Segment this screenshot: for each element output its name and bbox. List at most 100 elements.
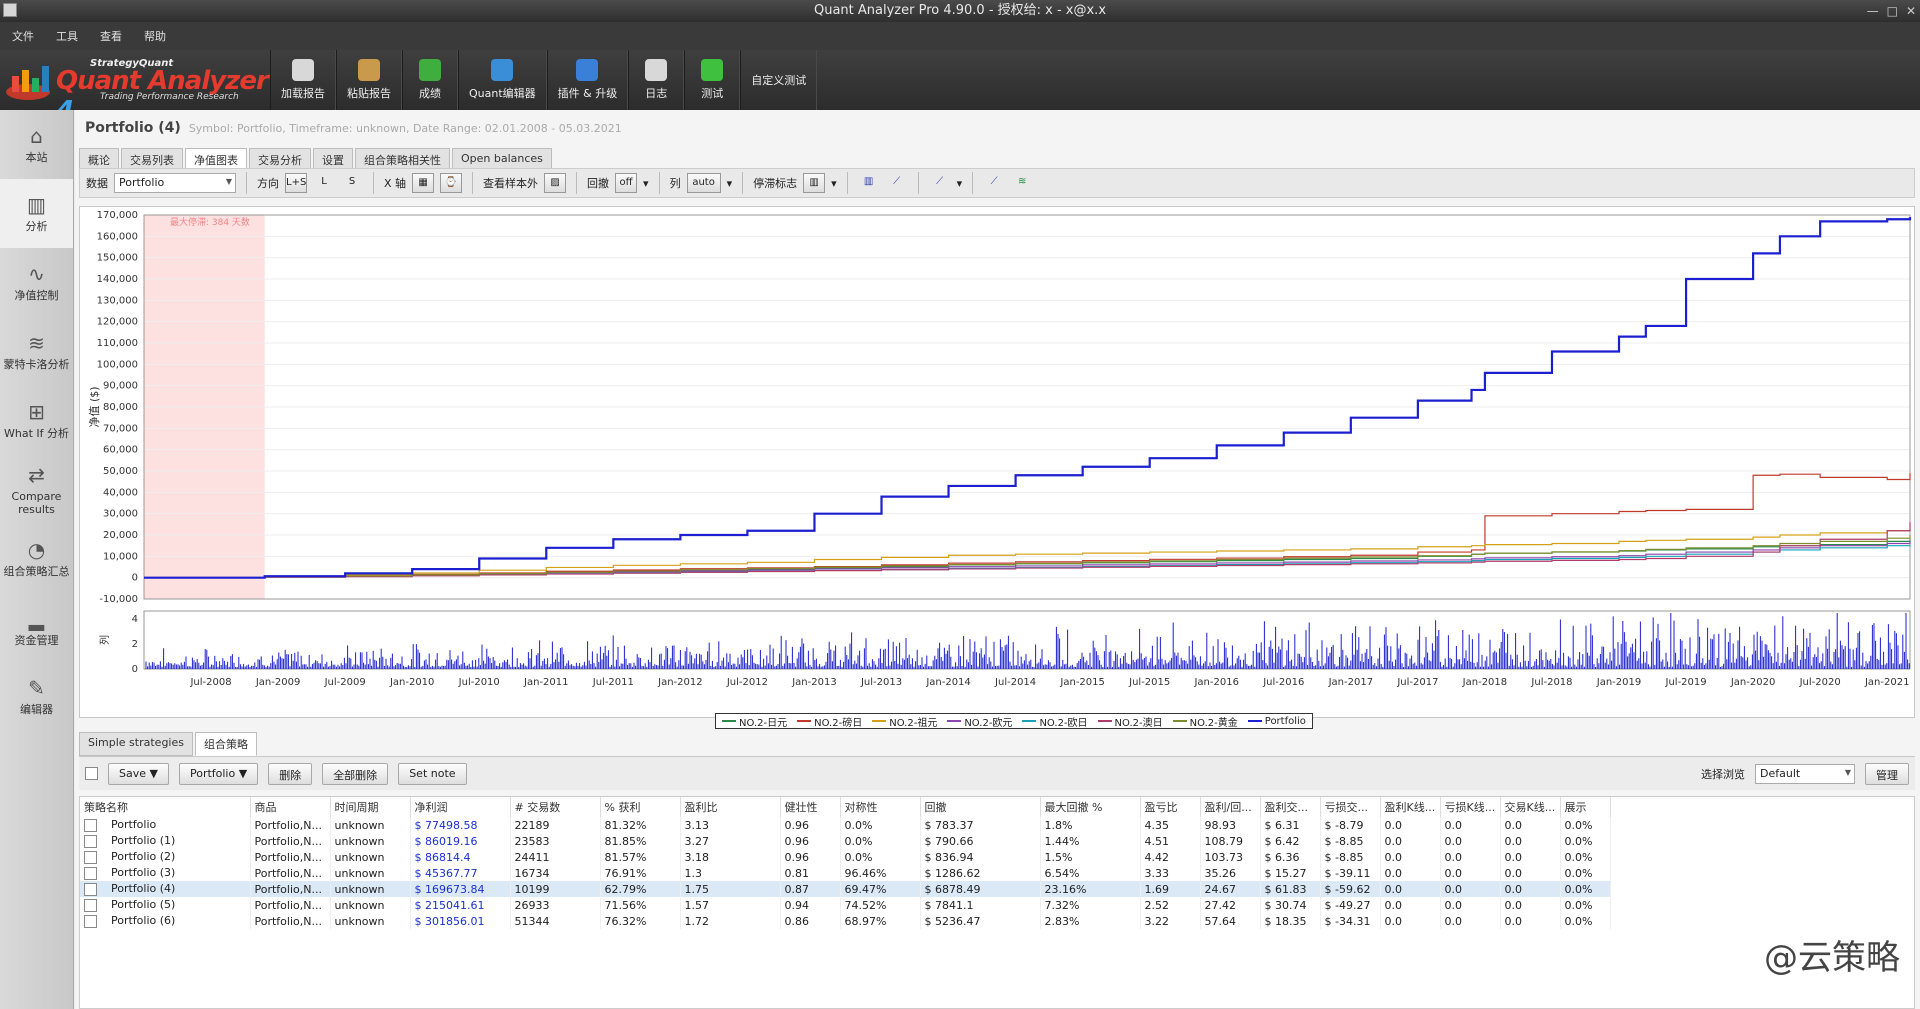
sidebar-item-1[interactable]: ▥ 分析 — [0, 179, 73, 248]
row-checkbox[interactable] — [84, 866, 97, 880]
column-header[interactable]: 健壮性 — [780, 797, 841, 817]
row-checkbox[interactable] — [84, 898, 97, 912]
row-checkbox[interactable] — [84, 834, 97, 848]
table-cell: 1.5% — [1040, 849, 1141, 865]
drawdown-chevron-down-icon[interactable]: ▾ — [643, 177, 649, 190]
table-row[interactable]: Portfolio (3) Portfolio,N... unknown $ 4536… — [80, 865, 1611, 881]
menu-item-1[interactable]: 工具 — [56, 28, 78, 44]
table-row[interactable]: Portfolio (2) Portfolio,N... unknown $ 8681… — [80, 849, 1611, 865]
sidebar-item-4[interactable]: ⊞ What If 分析 — [0, 386, 73, 455]
oos-toggle-icon[interactable]: ▨ — [544, 173, 567, 193]
table-row[interactable]: Portfolio (6) Portfolio,N... unknown $ 3018… — [80, 913, 1611, 929]
column-header[interactable]: % 获利 — [600, 797, 681, 817]
maximize-icon[interactable]: □ — [1887, 0, 1898, 22]
menu-item-2[interactable]: 查看 — [100, 28, 122, 44]
row-checkbox[interactable] — [84, 850, 97, 864]
row-checkbox[interactable] — [84, 914, 97, 928]
table-cell: $ 169673.84 — [410, 881, 511, 897]
chart-type-chevron-down-icon[interactable]: ▾ — [957, 177, 963, 190]
bottom-tab-0[interactable]: Simple strategies — [79, 732, 193, 756]
column-header[interactable]: 商品 — [250, 797, 331, 817]
table-row[interactable]: Portfolio (4) Portfolio,N... unknown $ 1696… — [80, 881, 1611, 897]
manage-button[interactable]: 管理 — [1865, 762, 1909, 785]
column-header[interactable]: 对称性 — [840, 797, 921, 817]
table-row[interactable]: Portfolio Portfolio,N... unknown $ 77498.58… — [80, 817, 1611, 833]
stagnation-chevron-down-icon[interactable]: ▾ — [831, 177, 837, 190]
x-axis-time-icon[interactable]: ⌚ — [440, 173, 463, 193]
column-header[interactable]: 策略名称 — [80, 797, 251, 817]
table-row[interactable]: Portfolio (5) Portfolio,N... unknown $ 2150… — [80, 897, 1611, 913]
column-header[interactable]: 净利润 — [410, 797, 511, 817]
portfolio-button[interactable]: Portfolio ▼ — [178, 762, 259, 785]
logo-bars-icon — [6, 66, 50, 100]
column-header[interactable]: # 交易数 — [510, 797, 601, 817]
chart-line-icon[interactable]: ⟋ — [886, 173, 908, 193]
column-header[interactable]: 展示 — [1560, 797, 1611, 817]
bottom-tab-1[interactable]: 组合策略 — [194, 732, 257, 756]
column-header[interactable]: 盈利比 — [680, 797, 781, 817]
multi-lines-icon[interactable]: ≋ — [1011, 173, 1033, 193]
direction-l-button[interactable]: L — [313, 173, 335, 193]
column-header[interactable]: 时间周期 — [330, 797, 411, 817]
table-cell: Portfolio (4) — [80, 881, 251, 897]
select-all-checkbox[interactable] — [85, 767, 98, 780]
direction-s-button[interactable]: S — [341, 173, 363, 193]
table-cell: 96.46% — [840, 865, 921, 881]
equity-chart[interactable]: 最大停滞: 384 天数 170,000 160,000 150,000 140,000… — [79, 206, 1915, 718]
save-button[interactable]: Save ▼ — [108, 762, 169, 785]
sidebar-item-6[interactable]: ◔ 组合策略汇总 — [0, 524, 73, 593]
column-header[interactable]: 盈利/回... — [1200, 797, 1261, 817]
column-header[interactable]: 盈利交... — [1260, 797, 1321, 817]
column-header[interactable]: 盈利K线... — [1380, 797, 1441, 817]
toolbar-button-1[interactable]: 粘贴报告 — [336, 50, 402, 110]
columns-chevron-down-icon[interactable]: ▾ — [727, 177, 733, 190]
chart-type-icon[interactable]: ⟋ — [929, 173, 951, 193]
column-header[interactable]: 交易K线... — [1500, 797, 1561, 817]
row-checkbox[interactable] — [84, 818, 97, 832]
menu-item-3[interactable]: 帮助 — [144, 28, 166, 44]
data-select[interactable]: Portfolio — [114, 173, 236, 193]
table-row[interactable]: Portfolio (1) Portfolio,N... unknown $ 8601… — [80, 833, 1611, 849]
toolbar-button-5[interactable]: 日志 — [628, 50, 685, 110]
column-header[interactable]: 亏损交... — [1320, 797, 1381, 817]
x-axis-trades-icon[interactable]: ▦ — [412, 173, 435, 193]
table-cell: unknown — [330, 881, 411, 897]
chart-bars-icon[interactable]: ▥ — [858, 173, 880, 193]
toolbar-button-6[interactable]: 测试 — [684, 50, 741, 110]
column-header[interactable]: 亏损K线... — [1440, 797, 1501, 817]
delete-all-button[interactable]: 全部删除 — [322, 762, 389, 785]
row-checkbox[interactable] — [84, 882, 97, 896]
table-cell: 10199 — [510, 881, 601, 897]
sidebar-item-7[interactable]: ▂ 资金管理 — [0, 593, 73, 662]
drawdown-off-icon[interactable]: off — [615, 173, 638, 193]
toolbar-button-7[interactable]: 自定义测试 — [740, 50, 818, 110]
toolbar-button-2[interactable]: 成绩 — [402, 50, 458, 110]
minimize-icon[interactable]: — — [1867, 0, 1879, 22]
sidebar-item-8[interactable]: ✎ 编辑器 — [0, 662, 73, 731]
sidebar-item-2[interactable]: ∿ 净值控制 — [0, 248, 73, 317]
view-select[interactable]: Default — [1755, 763, 1855, 784]
x-tick-label: Jan-2016 — [1193, 677, 1238, 688]
table-cell: Portfolio (6) — [80, 913, 251, 929]
delete-button[interactable]: 删除 — [268, 762, 313, 785]
stagnation-label: 最大停滞: 384 天数 — [170, 216, 250, 228]
close-icon[interactable]: ✕ — [1906, 0, 1916, 22]
stagnation-icon[interactable]: ▥ — [803, 173, 826, 193]
table-cell: Portfolio — [80, 817, 251, 833]
sidebar-item-3[interactable]: ≋ 蒙特卡洛分析 — [0, 317, 73, 386]
columns-auto-icon[interactable]: auto — [686, 173, 721, 193]
oos-label: 查看样本外 — [483, 177, 539, 190]
column-header[interactable]: 盈亏比 — [1140, 797, 1201, 817]
direction-ls-button[interactable]: L+S — [285, 173, 307, 193]
toolbar-button-0[interactable]: 加载报告 — [270, 50, 336, 110]
sidebar-item-0[interactable]: ⌂ 本站 — [0, 110, 73, 179]
column-header[interactable]: 回撤 — [920, 797, 1041, 817]
menu-item-0[interactable]: 文件 — [12, 28, 34, 44]
toolbar-button-3[interactable]: Quant编辑器 — [458, 50, 547, 110]
sidebar-item-5[interactable]: ⇄ Compare results — [0, 455, 73, 524]
set-note-button[interactable]: Set note — [398, 762, 467, 785]
compare-lines-icon[interactable]: ⟋ — [983, 173, 1005, 193]
toolbar-button-4[interactable]: 插件 & 升级 — [546, 50, 629, 110]
sidebar-item-label: What If 分析 — [3, 427, 69, 440]
column-header[interactable]: 最大回撤 % — [1040, 797, 1141, 817]
